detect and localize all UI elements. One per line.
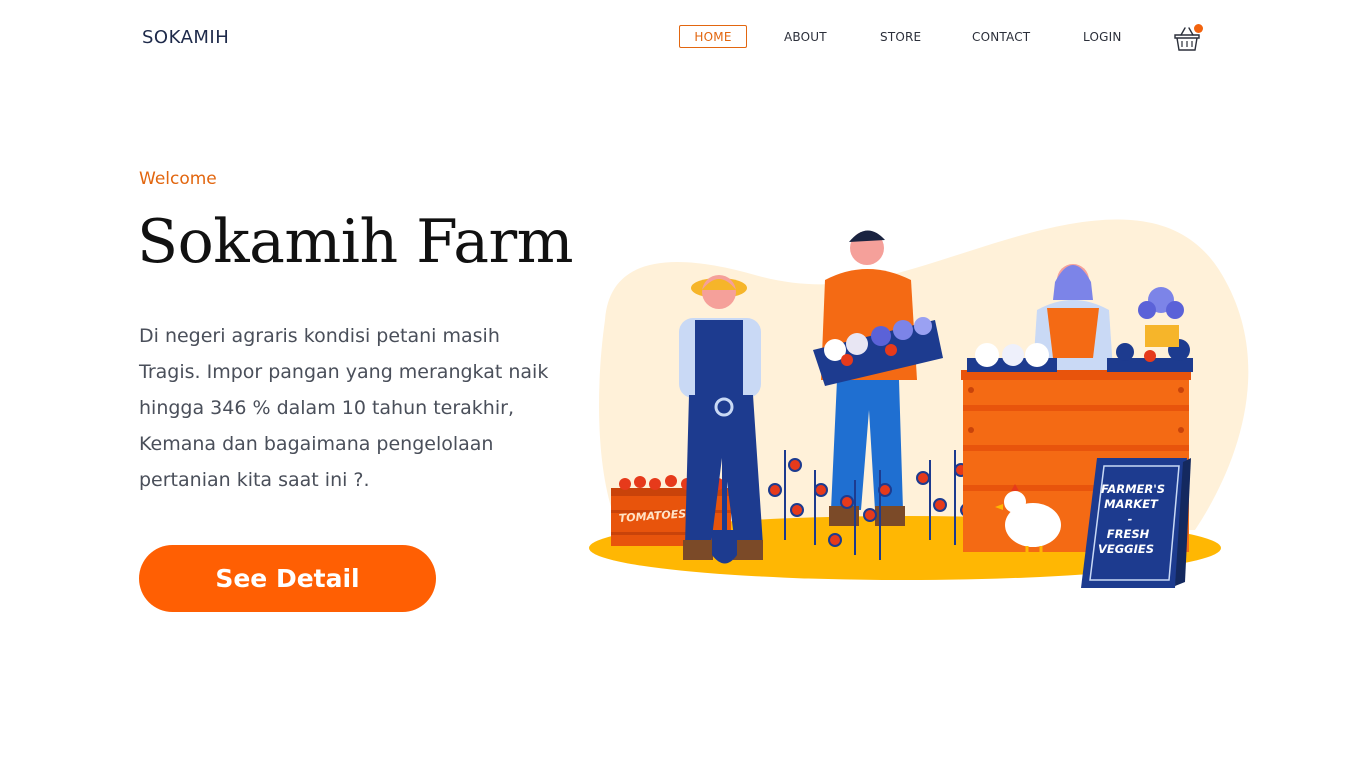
- hero-eyebrow: Welcome: [139, 169, 217, 189]
- cart-button[interactable]: [1172, 23, 1206, 53]
- sign-line-2: MARKET: [1104, 497, 1159, 511]
- nav-home[interactable]: HOME: [679, 25, 747, 48]
- site-logo[interactable]: SOKAMIH: [142, 27, 229, 48]
- sign-line-5: VEGGIES: [1098, 542, 1154, 556]
- nav-login[interactable]: LOGIN: [1083, 30, 1122, 44]
- sign-line-1: FARMER'S: [1101, 482, 1165, 496]
- nav-store[interactable]: STORE: [880, 30, 921, 44]
- cart-badge: [1194, 24, 1203, 33]
- nav-contact[interactable]: CONTACT: [972, 30, 1030, 44]
- see-detail-button[interactable]: See Detail: [139, 545, 436, 612]
- hero-title: Sokamih Farm: [137, 207, 574, 277]
- nav-about[interactable]: ABOUT: [784, 30, 827, 44]
- farmers-market-illustration: TOMATOES FARMER'S MARKET - FRESH VEGGIES: [589, 219, 1249, 588]
- farmers-market-sign: FARMER'S MARKET - FRESH VEGGIES: [1081, 458, 1191, 588]
- hero-description: Di negeri agraris kondisi petani masih T…: [139, 325, 549, 491]
- sign-line-3: -: [1128, 512, 1133, 526]
- sign-line-4: FRESH: [1107, 527, 1150, 541]
